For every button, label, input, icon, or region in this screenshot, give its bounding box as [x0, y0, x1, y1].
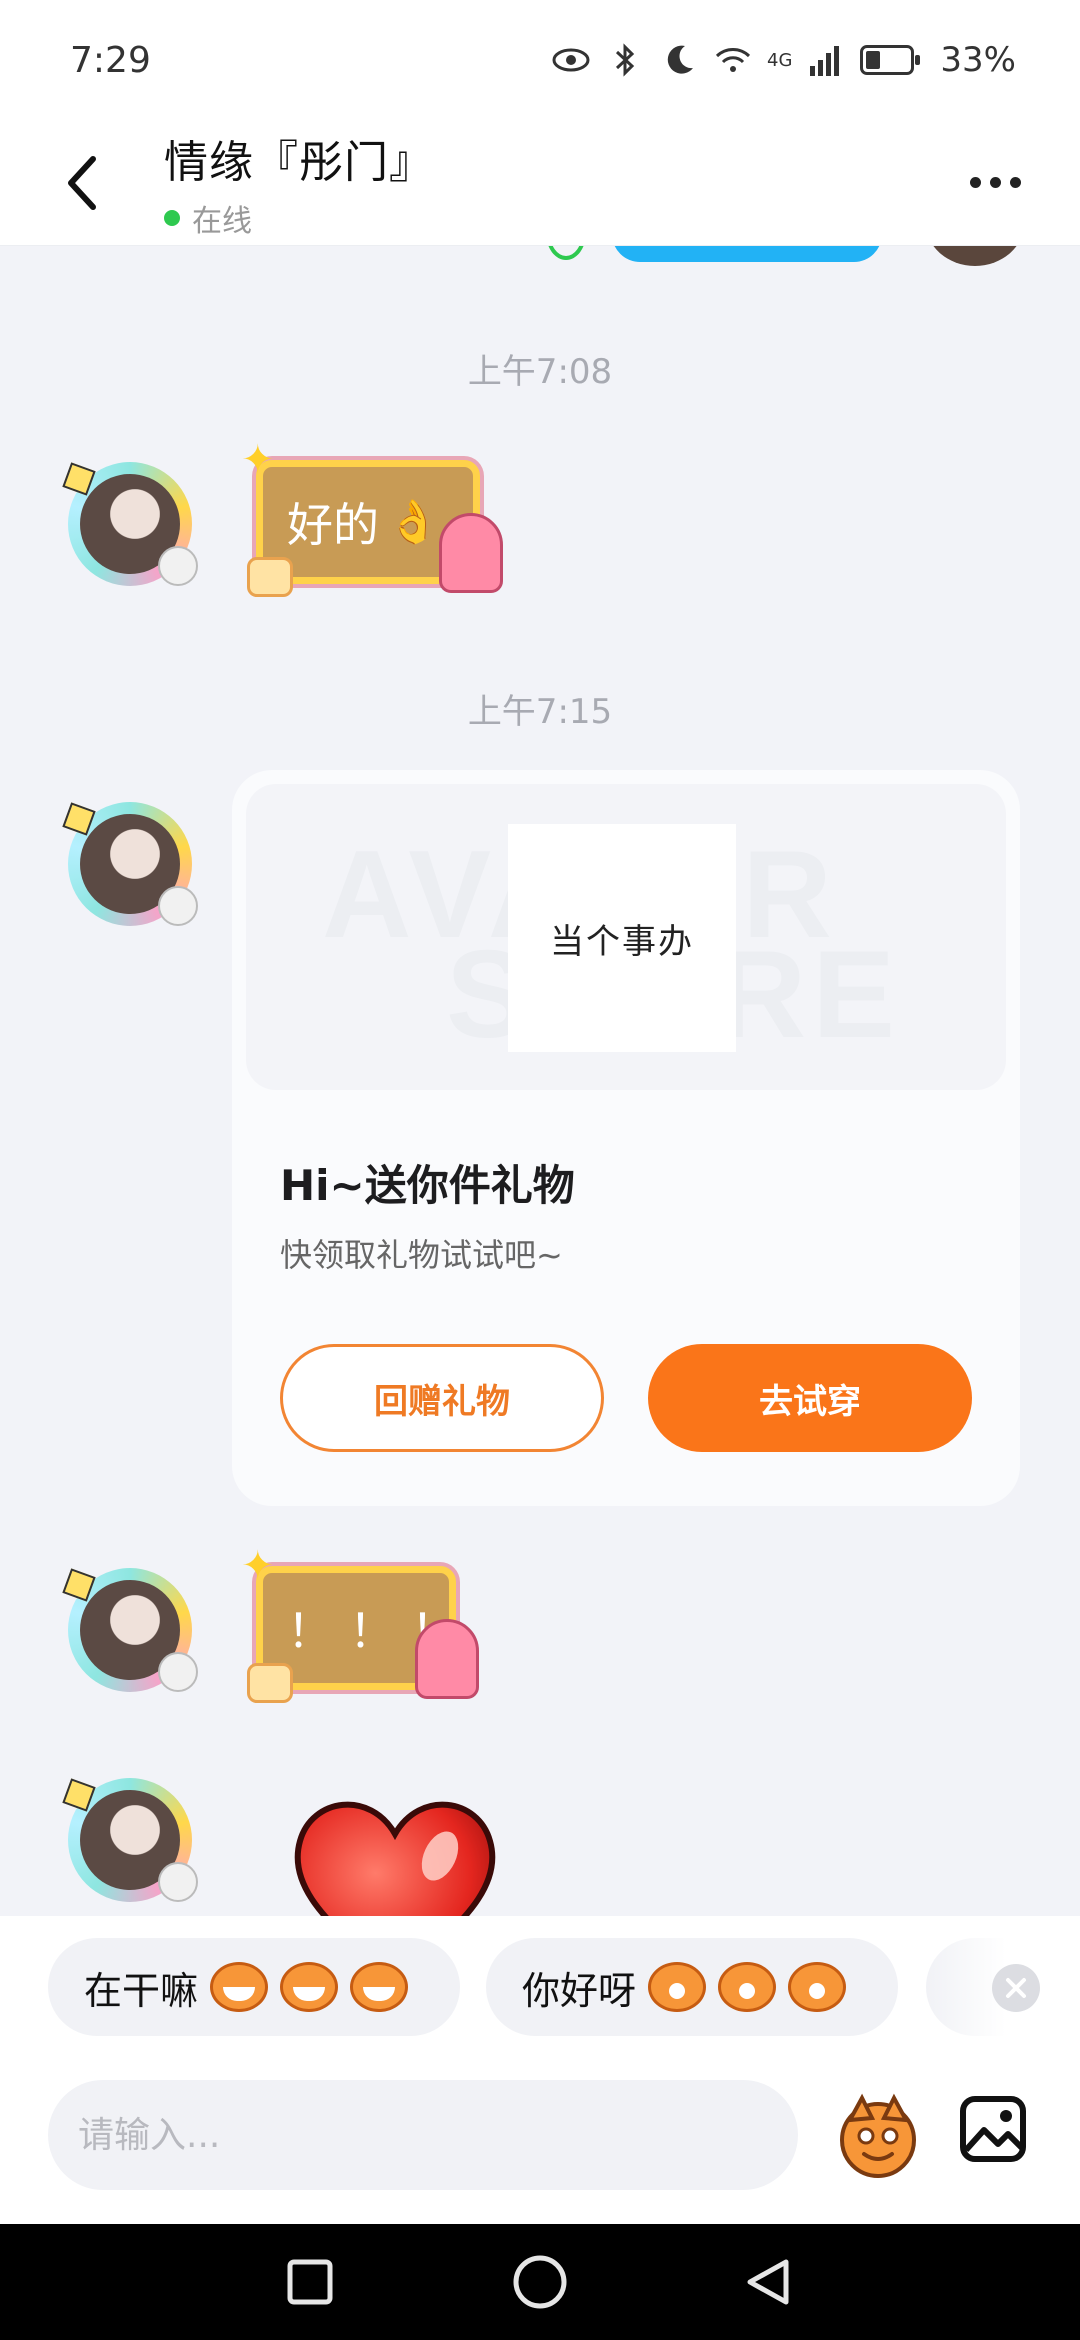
avatar-frame-badge	[158, 886, 198, 926]
status-icons: 4G 33%	[551, 40, 1016, 80]
close-quick-replies-button[interactable]	[992, 1964, 1040, 2012]
quick-reply-bar[interactable]: 在干嘛 你好呀	[0, 1916, 1080, 2072]
surprised-face-icon	[788, 1962, 847, 2012]
back-button[interactable]	[38, 138, 128, 228]
chat-header: 情缘『彤门』 在线	[0, 120, 1080, 246]
input-bar	[0, 2072, 1080, 2224]
grin-face-icon	[280, 1962, 339, 2012]
nav-back-icon	[747, 2259, 789, 2305]
sticker-message[interactable]: ✦ 好的 👌	[241, 440, 503, 597]
emoji-icon[interactable]	[832, 2090, 924, 2182]
quick-reply-text: 你好呀	[522, 1968, 637, 2013]
avatar-frame-badge	[158, 1862, 198, 1902]
presence-status: 在线	[164, 196, 950, 240]
return-gift-button[interactable]: 回赠礼物	[280, 1344, 604, 1452]
online-dot-icon	[164, 209, 180, 226]
star-icon: ✦	[241, 1543, 291, 1589]
try-on-button[interactable]: 去试穿	[648, 1344, 972, 1452]
network-label: 4G	[767, 49, 793, 71]
previous-message-partial	[0, 246, 1080, 266]
more-options-button[interactable]	[950, 138, 1040, 228]
contact-name: 情缘『彤门』	[164, 136, 434, 188]
outgoing-bubble-partial[interactable]	[612, 246, 882, 262]
ok-hand-emoji: 👌	[387, 497, 440, 546]
close-icon	[1006, 1978, 1026, 1998]
more-dot	[1009, 177, 1021, 188]
status-time: 7:29	[70, 39, 151, 81]
avatar-frame-badge	[158, 1652, 198, 1692]
my-avatar[interactable]	[925, 246, 1025, 266]
cake-decoration	[247, 557, 293, 597]
contact-avatar[interactable]	[62, 796, 198, 932]
quick-reply-text: 在干嘛	[84, 1968, 199, 2013]
quick-reply-chip[interactable]: 你好呀	[486, 1938, 898, 2036]
more-dots-icon	[969, 177, 981, 188]
contact-avatar[interactable]	[62, 456, 198, 592]
battery-icon	[860, 45, 921, 75]
status-bar: 7:29 4G 33%	[0, 0, 1080, 120]
title-block[interactable]: 情缘『彤门』 在线	[164, 126, 950, 240]
surprised-face-icon	[648, 1962, 707, 2012]
star-icon: ✦	[241, 437, 275, 483]
bluetooth-icon	[615, 43, 635, 77]
sticker-text: 好的	[287, 498, 379, 552]
home-button[interactable]	[510, 2252, 570, 2312]
gift-card[interactable]: AVATAR STORE 当个事办 Hi~送你件礼物 快领取礼物试试吧~ 回赠礼…	[232, 770, 1020, 1506]
cake-decoration	[247, 1663, 293, 1703]
recents-button[interactable]	[280, 2252, 340, 2312]
gift-thumbnail: 当个事办	[508, 824, 736, 1052]
nav-circle-icon	[513, 2255, 567, 2309]
avatar-frame-badge	[158, 546, 198, 586]
surprised-face-icon	[718, 1962, 777, 2012]
battery-percent: 33%	[940, 40, 1016, 80]
presence-label: 在线	[192, 203, 252, 239]
message-input[interactable]	[48, 2080, 798, 2190]
wifi-icon	[715, 48, 751, 72]
message-timestamp: 上午7:15	[467, 692, 613, 732]
message-timestamp: 上午7:08	[467, 352, 613, 392]
eye-icon	[552, 48, 590, 72]
sticker-message[interactable]: ✦ ！！！	[241, 1546, 479, 1703]
character-decoration	[439, 513, 503, 593]
contact-avatar[interactable]	[62, 1562, 198, 1698]
character-decoration	[415, 1619, 479, 1699]
heart-sticker[interactable]	[290, 1786, 500, 1916]
system-navigation-bar	[0, 2224, 1080, 2340]
gift-preview[interactable]: AVATAR STORE 当个事办	[246, 784, 1006, 1090]
chat-messages[interactable]: 上午7:08 ✦ 好的 👌 上午7:15 AVATAR STORE 当个事办 H…	[0, 246, 1080, 1916]
system-back-button[interactable]	[738, 2252, 798, 2312]
signal-icon	[810, 46, 840, 76]
gift-title: Hi~送你件礼物	[280, 1161, 575, 1210]
contact-avatar[interactable]	[62, 1772, 198, 1908]
moon-icon	[667, 45, 694, 74]
more-dot	[989, 177, 1001, 188]
back-arrow-icon	[68, 155, 96, 210]
nav-square-icon	[287, 2259, 333, 2305]
grin-face-icon	[350, 1962, 409, 2012]
grin-face-icon	[210, 1962, 269, 2012]
read-receipt-icon	[546, 246, 586, 260]
quick-reply-chip[interactable]: 在干嘛	[48, 1938, 460, 2036]
gift-subtitle: 快领取礼物试试吧~	[280, 1236, 563, 1274]
image-icon[interactable]	[958, 2094, 1028, 2164]
